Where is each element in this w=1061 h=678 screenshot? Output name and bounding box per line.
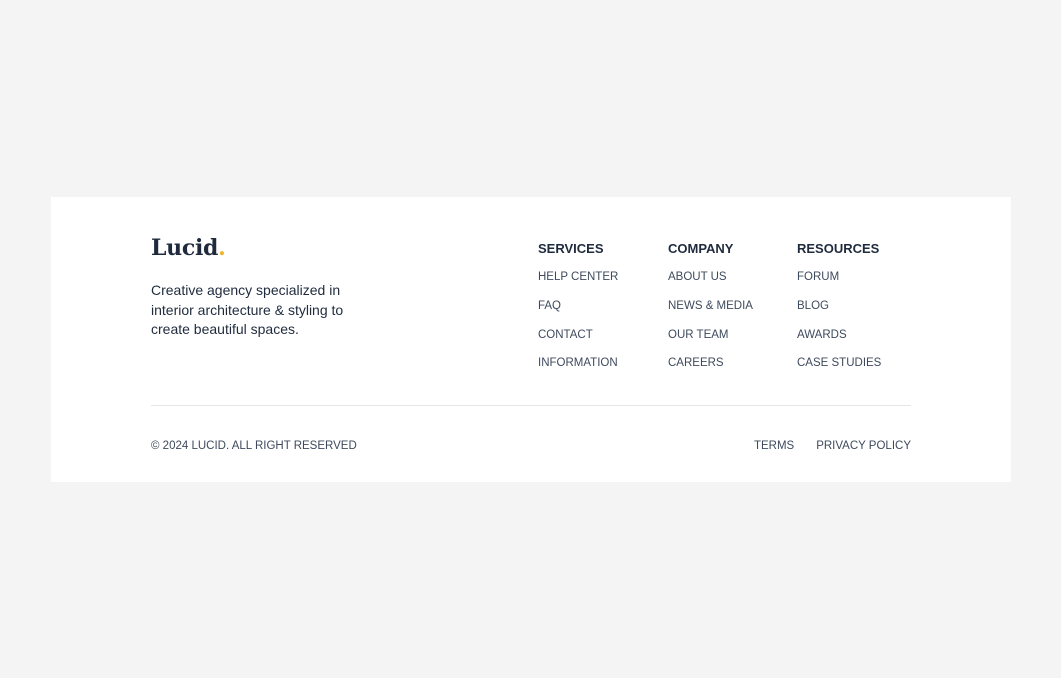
logo-dot: .: [218, 235, 226, 261]
footer-link-case-studies[interactable]: CASE STUDIES: [797, 356, 881, 370]
column-title: SERVICES: [538, 241, 604, 256]
terms-link[interactable]: TERMS: [754, 439, 794, 453]
footer-tagline: Creative agency specialized in interior …: [151, 282, 344, 337]
footer-column-services: SERVICES HELP CENTER FAQ CONTACT INFORMA…: [538, 241, 618, 385]
footer-column-company: COMPANY ABOUT US NEWS & MEDIA OUR TEAM C…: [668, 241, 753, 385]
footer-link-awards[interactable]: AWARDS: [797, 328, 881, 342]
copyright-text: © 2024 LUCID. ALL RIGHT RESERVED: [151, 440, 357, 452]
logo[interactable]: Lucid.: [151, 235, 226, 261]
footer-link-our-team[interactable]: OUR TEAM: [668, 328, 753, 342]
footer-link-faq[interactable]: FAQ: [538, 299, 618, 313]
footer-link-information[interactable]: INFORMATION: [538, 356, 618, 370]
site-footer: Lucid. Creative agency specialized in in…: [51, 197, 1011, 482]
footer-divider: [151, 405, 911, 406]
footer-link-forum[interactable]: FORUM: [797, 270, 881, 284]
footer-link-careers[interactable]: CAREERS: [668, 356, 753, 370]
footer-column-resources: RESOURCES FORUM BLOG AWARDS CASE STUDIES: [797, 241, 881, 385]
footer-link-blog[interactable]: BLOG: [797, 299, 881, 313]
footer-link-news-media[interactable]: NEWS & MEDIA: [668, 299, 753, 313]
footer-link-contact[interactable]: CONTACT: [538, 328, 618, 342]
column-title: RESOURCES: [797, 241, 880, 256]
footer-link-help-center[interactable]: HELP CENTER: [538, 270, 618, 284]
privacy-policy-link[interactable]: PRIVACY POLICY: [816, 439, 911, 453]
column-title: COMPANY: [668, 241, 734, 256]
legal-links: TERMS PRIVACY POLICY: [754, 439, 911, 453]
logo-text: Lucid: [151, 235, 219, 261]
footer-brand: Lucid. Creative agency specialized in in…: [151, 235, 381, 340]
footer-link-about-us[interactable]: ABOUT US: [668, 270, 753, 284]
